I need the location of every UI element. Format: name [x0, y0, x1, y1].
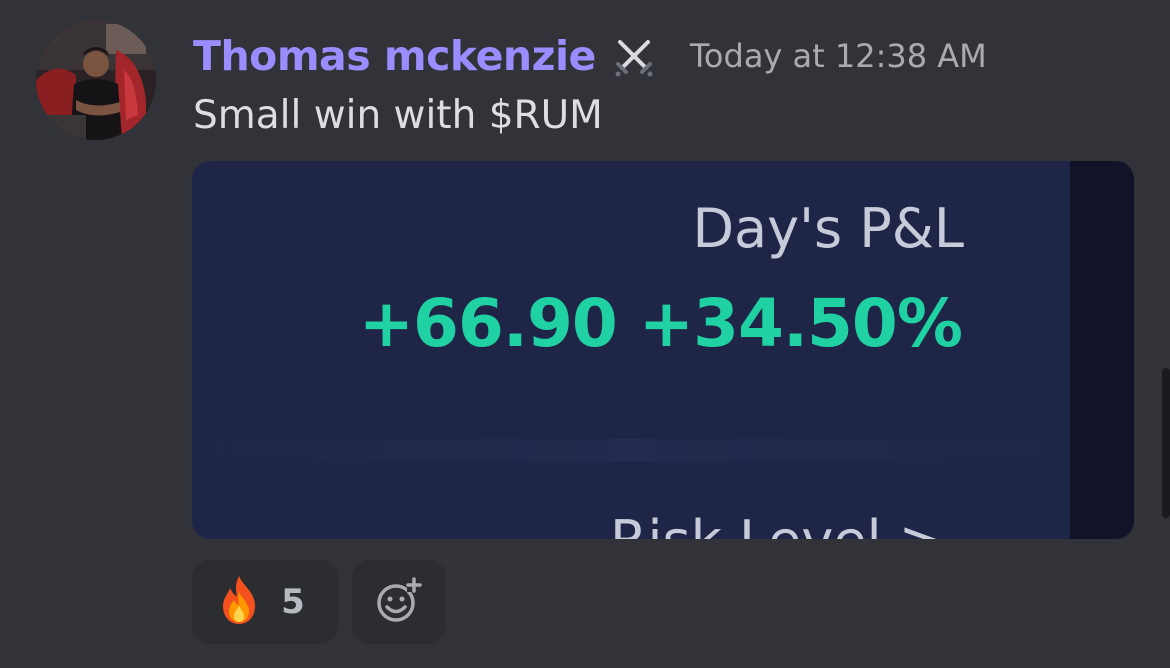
message-text: Small win with $RUM [193, 93, 603, 138]
pnl-value: +66.90 +34.50% [358, 285, 963, 362]
fire-icon [215, 574, 263, 630]
reaction-count: 5 [281, 582, 305, 622]
add-reaction-button[interactable] [352, 560, 446, 644]
message-header: Thomas mckenzie Today at 12:38 AM [193, 28, 987, 84]
image-attachment[interactable]: Day's P&L +66.90 +34.50% Risk Level > [192, 161, 1134, 539]
crossed-swords-icon [612, 34, 656, 78]
image-divider [192, 439, 1070, 461]
username[interactable]: Thomas mckenzie [193, 28, 596, 84]
pnl-label: Day's P&L [692, 197, 964, 260]
message-timestamp: Today at 12:38 AM [689, 37, 987, 75]
add-reaction-icon [375, 576, 423, 628]
user-avatar[interactable] [36, 20, 156, 140]
reaction-fire[interactable]: 5 [192, 560, 338, 644]
reactions-bar: 5 [192, 560, 446, 644]
chat-message: Thomas mckenzie Today at 12:38 AM Small … [0, 0, 1170, 668]
scrollbar-thumb[interactable] [1162, 368, 1170, 518]
image-edge-strip [1070, 161, 1134, 539]
cut-off-text: Risk Level > [610, 511, 944, 540]
